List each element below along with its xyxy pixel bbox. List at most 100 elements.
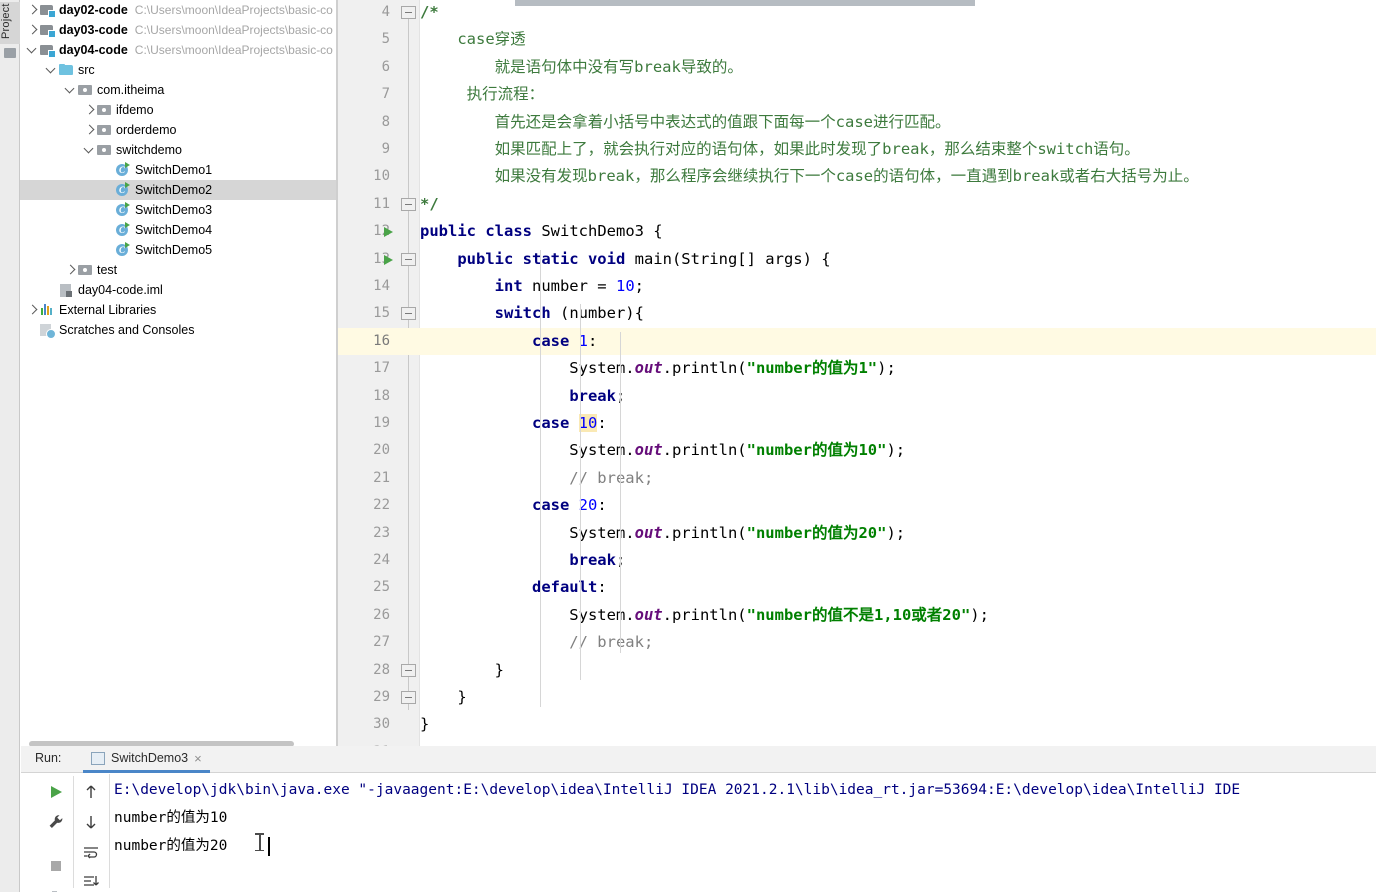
line-content[interactable]: } <box>420 657 504 684</box>
close-icon[interactable]: × <box>194 752 202 765</box>
chevron-down-icon[interactable] <box>45 60 58 80</box>
editor-line-28[interactable]: 28 } <box>338 657 1376 684</box>
line-content[interactable]: public class SwitchDemo3 { <box>420 218 663 245</box>
scroll-to-end-button[interactable] <box>82 873 100 891</box>
tree-node-test[interactable]: test <box>20 260 336 280</box>
chevron-right-icon[interactable] <box>83 100 96 120</box>
editor-line-20[interactable]: 20 System.out.println("number的值为10"); <box>338 437 1376 464</box>
line-content[interactable]: } <box>420 711 429 738</box>
chevron-right-icon[interactable] <box>26 20 39 40</box>
code-editor[interactable]: 4/* 5 case穿透 6 就是语句体中没有写break导致的。 7 执行流程： 8 … <box>338 0 1376 746</box>
tree-node-switchdemo[interactable]: switchdemo <box>20 140 336 160</box>
editor-line-29[interactable]: 29 } <box>338 684 1376 711</box>
tree-node-day02-code[interactable]: day02-code C:\Users\moon\IdeaProjects\bas… <box>20 0 336 20</box>
editor-line-12[interactable]: 12 public class SwitchDemo3 { <box>338 218 1376 245</box>
tree-node-day04-code-iml[interactable]: day04-code.iml <box>20 280 336 300</box>
editor-line-19[interactable]: 19 case 10: <box>338 410 1376 437</box>
run-toolbar-secondary[interactable] <box>73 776 107 888</box>
line-content[interactable]: 如果匹配上了，就会执行对应的语句体，如果此时发现了break，那么结束整个swi… <box>420 136 1140 163</box>
editor-line-4[interactable]: 4 /* <box>338 0 1376 26</box>
run-gutter-icon-line-13[interactable] <box>384 254 393 265</box>
chevron-down-icon[interactable] <box>83 140 96 160</box>
editor-line-18[interactable]: 18 break; <box>338 383 1376 410</box>
chevron-right-icon[interactable] <box>83 120 96 140</box>
editor-line-23[interactable]: 23 System.out.println("number的值为20"); <box>338 520 1376 547</box>
toolwindow-tab-project[interactable]: Project <box>0 2 20 44</box>
up-arrow-button[interactable] <box>82 783 100 801</box>
line-content[interactable]: 执行流程： <box>420 81 545 108</box>
line-content[interactable]: int number = 10; <box>420 273 644 300</box>
line-content[interactable]: } <box>420 684 466 711</box>
editor-line-10[interactable]: 10 如果没有发现break，那么程序会继续执行下一个case的语句体，一直遇到… <box>338 163 1376 190</box>
fold-marker-line-28[interactable] <box>401 663 416 677</box>
line-content[interactable]: break; <box>420 547 625 574</box>
chevron-right-icon[interactable] <box>64 260 77 280</box>
line-content[interactable]: switch (number){ <box>420 300 644 327</box>
line-content[interactable]: 如果没有发现break，那么程序会继续执行下一个case的语句体，一直遇到bre… <box>420 163 1199 190</box>
editor-line-14[interactable]: 14 int number = 10; <box>338 273 1376 300</box>
tree-node-switchdemo5[interactable]: C SwitchDemo5 <box>20 240 336 260</box>
editor-line-13[interactable]: 13 public static void main(String[] args… <box>338 246 1376 273</box>
line-content[interactable]: public static void main(String[] args) { <box>420 246 830 273</box>
run-gutter-icon-line-12[interactable] <box>384 227 393 238</box>
run-console-output[interactable]: E:\develop\jdk\bin\java.exe "-javaagent:… <box>109 774 1376 888</box>
editor-line-8[interactable]: 8 首先还是会拿着小括号中表达式的值跟下面每一个case进行匹配。 <box>338 109 1376 136</box>
editor-line-25[interactable]: 25 default: <box>338 574 1376 601</box>
editor-line-17[interactable]: 17 System.out.println("number的值为1"); <box>338 355 1376 382</box>
editor-line-11[interactable]: 11 */ <box>338 191 1376 218</box>
down-arrow-button[interactable] <box>82 813 100 831</box>
line-content[interactable]: 就是语句体中没有写break导致的。 <box>420 54 743 81</box>
project-tree[interactable]: day02-code C:\Users\moon\IdeaProjects\bas… <box>20 0 336 340</box>
rerun-button[interactable] <box>47 783 65 801</box>
run-toolbar-primary[interactable] <box>39 776 73 892</box>
run-tab-switchdemo3[interactable]: SwitchDemo3 × <box>83 746 210 773</box>
stop-button[interactable] <box>47 857 65 875</box>
line-content[interactable]: case 1: <box>420 328 597 355</box>
settings-wrench-button[interactable] <box>47 813 65 831</box>
tree-node-day04-code[interactable]: day04-code C:\Users\moon\IdeaProjects\bas… <box>20 40 336 60</box>
tree-node-switchdemo2[interactable]: C SwitchDemo2 <box>20 180 336 200</box>
tree-node-switchdemo4[interactable]: C SwitchDemo4 <box>20 220 336 240</box>
line-content[interactable]: System.out.println("number的值为20"); <box>420 520 905 547</box>
tree-node-external-libraries[interactable]: External Libraries <box>20 300 336 320</box>
fold-marker-line-11[interactable] <box>401 197 416 211</box>
line-content[interactable]: 首先还是会拿着小括号中表达式的值跟下面每一个case进行匹配。 <box>420 109 951 136</box>
editor-line-22[interactable]: 22 case 20: <box>338 492 1376 519</box>
chevron-right-icon[interactable] <box>26 0 39 20</box>
editor-line-27[interactable]: 27 // break; <box>338 629 1376 656</box>
line-content[interactable]: case 20: <box>420 492 607 519</box>
tree-node-com-itheima[interactable]: com.itheima <box>20 80 336 100</box>
line-content[interactable]: case穿透 <box>420 26 525 53</box>
editor-line-6[interactable]: 6 就是语句体中没有写break导致的。 <box>338 54 1376 81</box>
fold-marker-line-4[interactable] <box>401 6 416 19</box>
chevron-down-icon[interactable] <box>64 80 77 100</box>
line-content[interactable]: /* <box>420 0 439 26</box>
line-content[interactable]: default: <box>420 574 607 601</box>
chevron-down-icon[interactable] <box>26 40 39 60</box>
editor-line-16[interactable]: 16 case 1: <box>338 327 1376 356</box>
editor-line-31[interactable]: 31 <box>338 739 1376 746</box>
tree-node-switchdemo3[interactable]: C SwitchDemo3 <box>20 200 336 220</box>
editor-line-24[interactable]: 24 break; <box>338 547 1376 574</box>
editor-line-7[interactable]: 7 执行流程： <box>338 81 1376 108</box>
tree-node-scratches-and-consoles[interactable]: Scratches and Consoles <box>20 320 336 340</box>
tree-node-switchdemo1[interactable]: C SwitchDemo1 <box>20 160 336 180</box>
editor-line-30[interactable]: 30} <box>338 711 1376 738</box>
editor-line-26[interactable]: 26 System.out.println("number的值不是1,10或者2… <box>338 602 1376 629</box>
editor-line-15[interactable]: 15 switch (number){ <box>338 300 1376 327</box>
line-content[interactable]: System.out.println("number的值不是1,10或者20")… <box>420 602 989 629</box>
tree-node-ifdemo[interactable]: ifdemo <box>20 100 336 120</box>
editor-line-21[interactable]: 21 // break; <box>338 465 1376 492</box>
line-content[interactable]: */ <box>420 191 439 218</box>
fold-marker-line-13[interactable] <box>401 252 416 266</box>
chevron-right-icon[interactable] <box>26 300 39 320</box>
soft-wrap-button[interactable] <box>82 843 100 861</box>
line-content[interactable]: System.out.println("number的值为1"); <box>420 355 896 382</box>
fold-marker-line-15[interactable] <box>401 307 416 321</box>
line-content[interactable]: break; <box>420 383 625 410</box>
line-content[interactable]: // break; <box>420 465 653 492</box>
run-tool-window[interactable]: Run: SwitchDemo3 × E:\develop\jdk\bin\ja… <box>21 746 1376 892</box>
line-content[interactable]: System.out.println("number的值为10"); <box>420 437 905 464</box>
editor-line-9[interactable]: 9 如果匹配上了，就会执行对应的语句体，如果此时发现了break，那么结束整个s… <box>338 136 1376 163</box>
editor-line-5[interactable]: 5 case穿透 <box>338 26 1376 53</box>
